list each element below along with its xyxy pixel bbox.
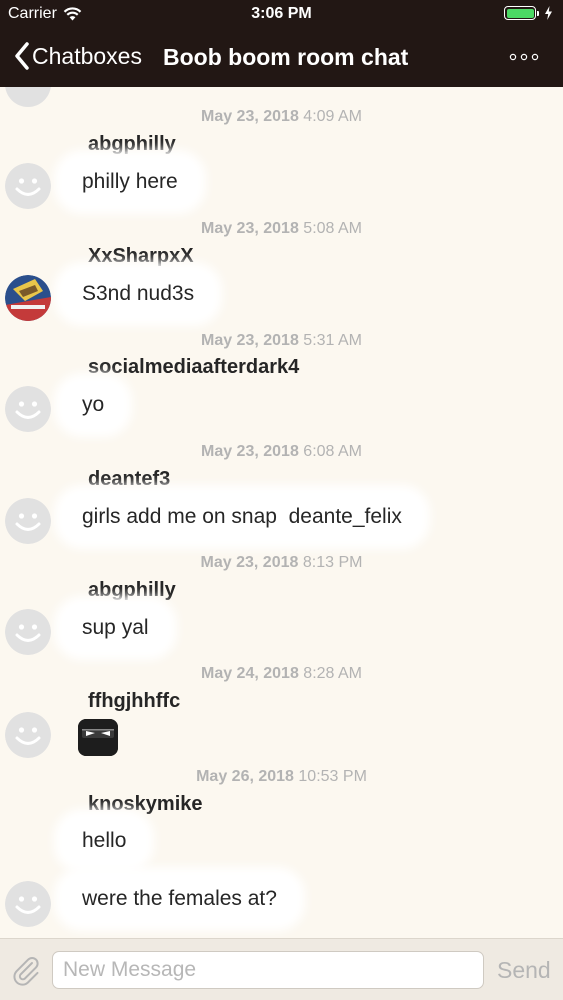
chevron-left-icon [15, 42, 29, 70]
message-username[interactable]: abgphilly [88, 133, 176, 156]
message-username[interactable]: deantef3 [88, 468, 170, 491]
default-avatar-icon[interactable] [5, 498, 51, 544]
avatar [5, 87, 51, 107]
message-username[interactable]: abgphilly [88, 579, 176, 602]
ninja-emoji-icon[interactable] [78, 719, 118, 756]
send-button[interactable]: Send [497, 957, 551, 984]
battery-status [504, 6, 553, 20]
message-bubble[interactable]: hello [62, 817, 147, 865]
user-photo-avatar[interactable] [5, 275, 51, 321]
page-title: Boob boom room chat [163, 44, 409, 70]
message-bubble[interactable]: S3nd nud3s [62, 270, 215, 318]
default-avatar-icon[interactable] [5, 881, 51, 927]
message-bubble[interactable]: yo [62, 381, 125, 429]
status-bar: Carrier 3:06 PM [0, 0, 563, 30]
message-timestamp: May 26, 2018 10:53 PM [196, 768, 367, 785]
message-bubble[interactable]: philly here [62, 158, 198, 206]
default-avatar-icon[interactable] [5, 609, 51, 655]
message-bubble[interactable]: were the females at? [62, 875, 297, 923]
default-avatar-icon[interactable] [5, 386, 51, 432]
status-time: 3:06 PM [251, 5, 312, 22]
back-label: Chatboxes [32, 42, 142, 69]
message-timestamp: May 23, 2018 6:08 AM [200, 443, 362, 460]
ellipsis-icon[interactable] [509, 48, 539, 64]
default-avatar-icon[interactable] [5, 163, 51, 209]
nav-bar: Chatboxes Boob boom room chat [0, 30, 563, 87]
default-avatar-icon[interactable] [5, 712, 51, 758]
message-bubble[interactable]: sup yal [62, 604, 169, 652]
back-button[interactable]: Chatboxes [14, 42, 142, 70]
paperclip-icon[interactable] [10, 954, 42, 986]
message-input[interactable] [52, 951, 484, 989]
message-username[interactable]: knoskymike [88, 793, 203, 816]
message-timestamp: May 23, 2018 8:13 PM [200, 554, 363, 571]
message-username[interactable]: socialmediaafterdark4 [88, 356, 299, 379]
message-timestamp: May 23, 2018 4:09 AM [200, 108, 362, 125]
message-composer: Send [0, 938, 563, 1000]
message-timestamp: May 23, 2018 5:31 AM [200, 332, 362, 349]
message-timestamp: May 24, 2018 8:28 AM [200, 665, 362, 682]
message-timestamp: May 23, 2018 5:08 AM [200, 220, 362, 237]
battery-icon [504, 6, 539, 20]
message-username[interactable]: ffhgjhhffc [88, 690, 180, 713]
message-bubble[interactable]: girls add me on snap deante_felix [62, 493, 422, 541]
message-username[interactable]: XxSharpxX [88, 245, 194, 268]
message-list[interactable]: May 23, 2018 4:09 AM abgphilly philly he… [0, 87, 563, 938]
charging-bolt-icon [545, 6, 552, 20]
